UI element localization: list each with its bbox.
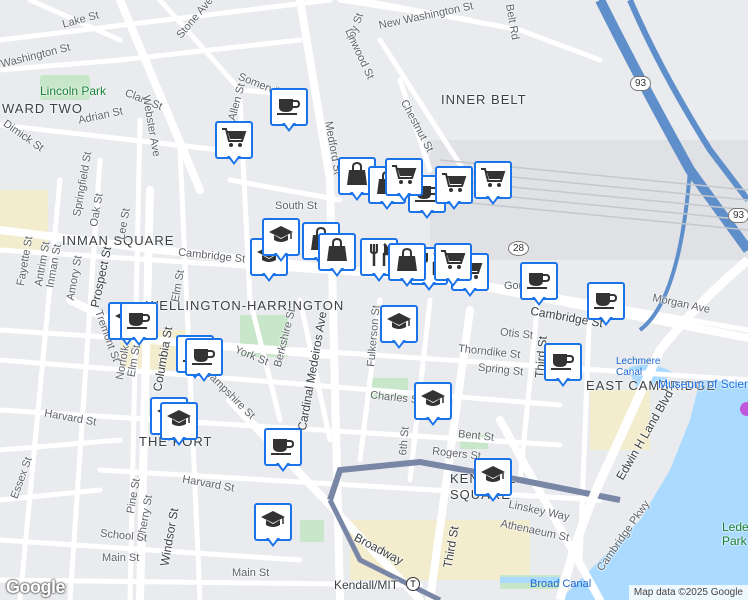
coffee-cup-icon (551, 350, 575, 375)
street-label: South St (275, 200, 318, 212)
shopping-bag-icon (396, 247, 418, 277)
highway-shield: 28 (508, 241, 530, 256)
coffee-cup-icon (527, 269, 551, 294)
coffee-cup-icon (277, 95, 301, 120)
coffee-cup-icon (594, 289, 618, 314)
school-marker[interactable] (160, 402, 198, 448)
museum-icon (740, 402, 748, 416)
street-label: Main St (232, 567, 270, 579)
graduation-cap-icon (420, 389, 446, 414)
school-marker[interactable] (474, 458, 512, 504)
park-label-lederman-park: Lederman Park (722, 520, 748, 548)
school-marker[interactable] (414, 382, 452, 428)
fork-knife-icon (368, 242, 390, 272)
school-marker[interactable] (254, 503, 292, 549)
street-label: Main St (102, 552, 140, 564)
google-logo: Google (6, 577, 66, 597)
school-marker[interactable] (262, 218, 300, 264)
grocery-store-marker[interactable] (435, 166, 473, 212)
map-attribution: Map data ©2025 Google (628, 585, 748, 600)
shopping-cart-icon (441, 172, 467, 199)
shopping-marker[interactable] (388, 243, 426, 289)
shopping-marker[interactable] (318, 233, 356, 279)
graduation-cap-icon (260, 510, 286, 535)
coffee-cup-icon (192, 345, 216, 370)
water-label-broad-canal: Broad Canal (530, 578, 592, 590)
subway-station-icon: T (406, 577, 420, 591)
transit-station-label: Kendall/MIT (334, 578, 399, 592)
coffee-shop-marker[interactable] (520, 262, 558, 308)
graduation-cap-icon (480, 465, 506, 490)
shopping-cart-icon (440, 249, 466, 276)
water-label-lechmere-canal: Lechmere Canal (616, 356, 661, 378)
school-marker[interactable] (380, 305, 418, 351)
grocery-store-marker[interactable] (434, 243, 472, 289)
coffee-shop-marker[interactable] (270, 88, 308, 134)
shopping-cart-icon (391, 164, 417, 191)
grocery-store-marker[interactable] (474, 161, 512, 207)
neighborhood-label-ward-two: WARD TWO (2, 101, 83, 116)
grocery-store-marker[interactable] (385, 158, 423, 204)
coffee-shop-marker[interactable] (544, 343, 582, 389)
coffee-cup-icon (127, 309, 151, 334)
coffee-shop-marker[interactable] (120, 302, 158, 348)
poi-label-museum-of-science: Museum of Science (658, 377, 748, 391)
neighborhood-label-inner-belt: INNER BELT (441, 92, 527, 107)
coffee-shop-marker[interactable] (185, 338, 223, 384)
grocery-store-marker[interactable] (215, 121, 253, 167)
shopping-bag-icon (326, 237, 348, 267)
graduation-cap-icon (268, 225, 294, 250)
coffee-shop-marker[interactable] (587, 282, 625, 328)
coffee-cup-icon (271, 435, 295, 460)
shopping-bag-icon (346, 161, 368, 191)
park-label-lincoln-park: Lincoln Park (40, 84, 107, 98)
map-canvas[interactable]: INNER BELT INMAN SQUARE WELLINGTON-HARRI… (0, 0, 748, 600)
graduation-cap-icon (166, 409, 192, 434)
highway-shield: 93 (728, 208, 748, 223)
graduation-cap-icon (386, 312, 412, 337)
highway-shield: 93 (630, 76, 652, 91)
shopping-cart-icon (221, 127, 247, 154)
shopping-cart-icon (480, 167, 506, 194)
street-label: 6th St (397, 426, 412, 456)
coffee-shop-marker[interactable] (264, 428, 302, 474)
